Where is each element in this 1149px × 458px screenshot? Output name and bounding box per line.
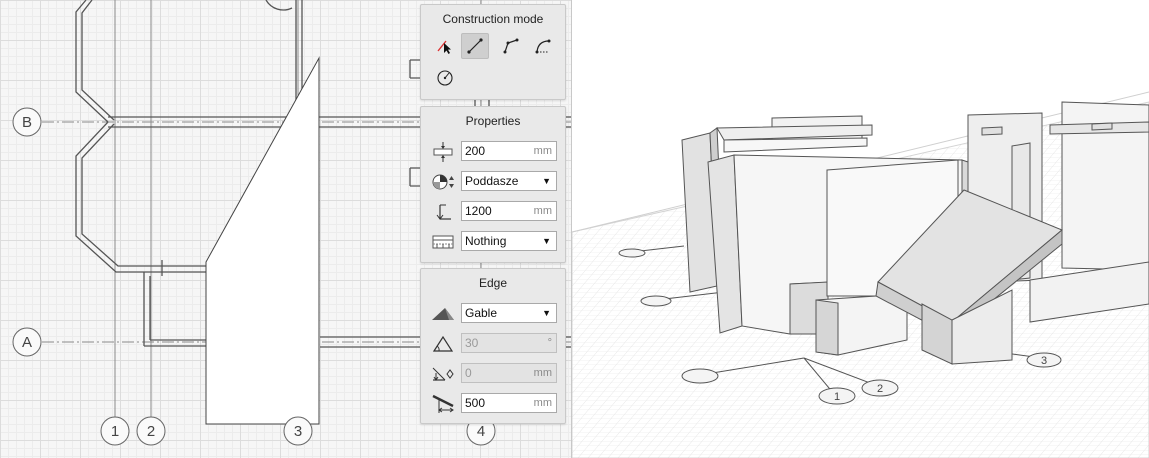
3d-model-drawing: 1 2 3: [572, 91, 1149, 458]
select-cursor-icon: [437, 40, 451, 54]
arc-icon: [535, 39, 551, 54]
level-icon: [432, 174, 454, 190]
material-value: Nothing: [465, 234, 507, 248]
straight-line-icon: [467, 38, 483, 54]
thickness-value: 200: [465, 144, 486, 158]
roof-edge-icon: [432, 308, 454, 320]
slope-unit: °: [547, 337, 552, 349]
axis-label-b: B: [22, 114, 32, 131]
axis-label-3d-2: 2: [877, 383, 883, 395]
level-value: Poddasze: [465, 174, 519, 188]
slope-row: 30 °: [431, 333, 559, 355]
level-select[interactable]: Poddasze ▼: [461, 171, 557, 191]
thickness-unit: mm: [533, 145, 552, 157]
thickness-row: 200 mm: [431, 141, 559, 163]
axis-label-3: 3: [294, 423, 302, 440]
slope-field[interactable]: 30 °: [461, 333, 557, 353]
edge-panel: Edge Gable ▼ 30 ° 0 mm 500 mm: [420, 268, 566, 424]
construction-mode-panel: Construction mode: [420, 4, 566, 100]
material-select[interactable]: Nothing ▼: [461, 231, 557, 251]
overhang-row: 500 mm: [431, 393, 559, 415]
height-unit: mm: [533, 205, 552, 217]
polyline-tool-button[interactable]: [497, 33, 525, 59]
axis-label-1: 1: [111, 423, 119, 440]
overhang-field[interactable]: 500 mm: [461, 393, 557, 413]
straight-line-tool-button[interactable]: [461, 33, 489, 59]
polyline-icon: [503, 38, 519, 54]
properties-panel: Properties 200 mm Poddasze ▼ 1200 mm Not…: [420, 106, 566, 263]
level-row: Poddasze ▼: [431, 171, 559, 193]
material-row: Nothing ▼: [431, 231, 559, 253]
height-row: 1200 mm: [431, 201, 559, 223]
properties-title: Properties: [465, 114, 521, 128]
chevron-down-icon: ▼: [542, 308, 551, 318]
slope-icon: [432, 335, 454, 352]
circle-tool-button[interactable]: [431, 65, 459, 91]
height-icon: [436, 204, 451, 220]
offset-row: 0 mm: [431, 363, 559, 385]
height-value: 1200: [465, 204, 492, 218]
circle-icon: [437, 70, 453, 86]
axis-label-a: A: [22, 334, 32, 351]
offset-unit: mm: [533, 367, 552, 379]
offset-field[interactable]: 0 mm: [461, 363, 557, 383]
overhang-value: 500: [465, 396, 486, 410]
roof-outline: [205, 56, 320, 425]
height-field[interactable]: 1200 mm: [461, 201, 557, 221]
overhang-icon: [432, 394, 454, 413]
axis-label-2: 2: [147, 423, 155, 440]
edge-type-select[interactable]: Gable ▼: [461, 303, 557, 323]
select-tool-button[interactable]: [431, 33, 459, 59]
axis-label-3d-1: 1: [834, 391, 840, 403]
axis-label-4: 4: [477, 423, 485, 440]
offset-icon: [432, 367, 454, 381]
offset-value: 0: [465, 366, 472, 380]
slope-value: 30: [465, 336, 479, 350]
edge-type-value: Gable: [465, 306, 498, 320]
edge-type-row: Gable ▼: [431, 303, 559, 325]
chevron-down-icon: ▼: [542, 236, 551, 246]
thickness-icon: [433, 142, 453, 162]
construction-mode-title: Construction mode: [442, 12, 544, 26]
edge-title: Edge: [478, 276, 508, 290]
3d-view[interactable]: 1 2 3: [572, 0, 1149, 458]
arc-tool-button[interactable]: [529, 33, 557, 59]
chevron-down-icon: ▼: [542, 176, 551, 186]
overhang-unit: mm: [533, 397, 552, 409]
material-icon: [432, 235, 454, 249]
thickness-field[interactable]: 200 mm: [461, 141, 557, 161]
axis-label-3d-3: 3: [1041, 355, 1047, 367]
